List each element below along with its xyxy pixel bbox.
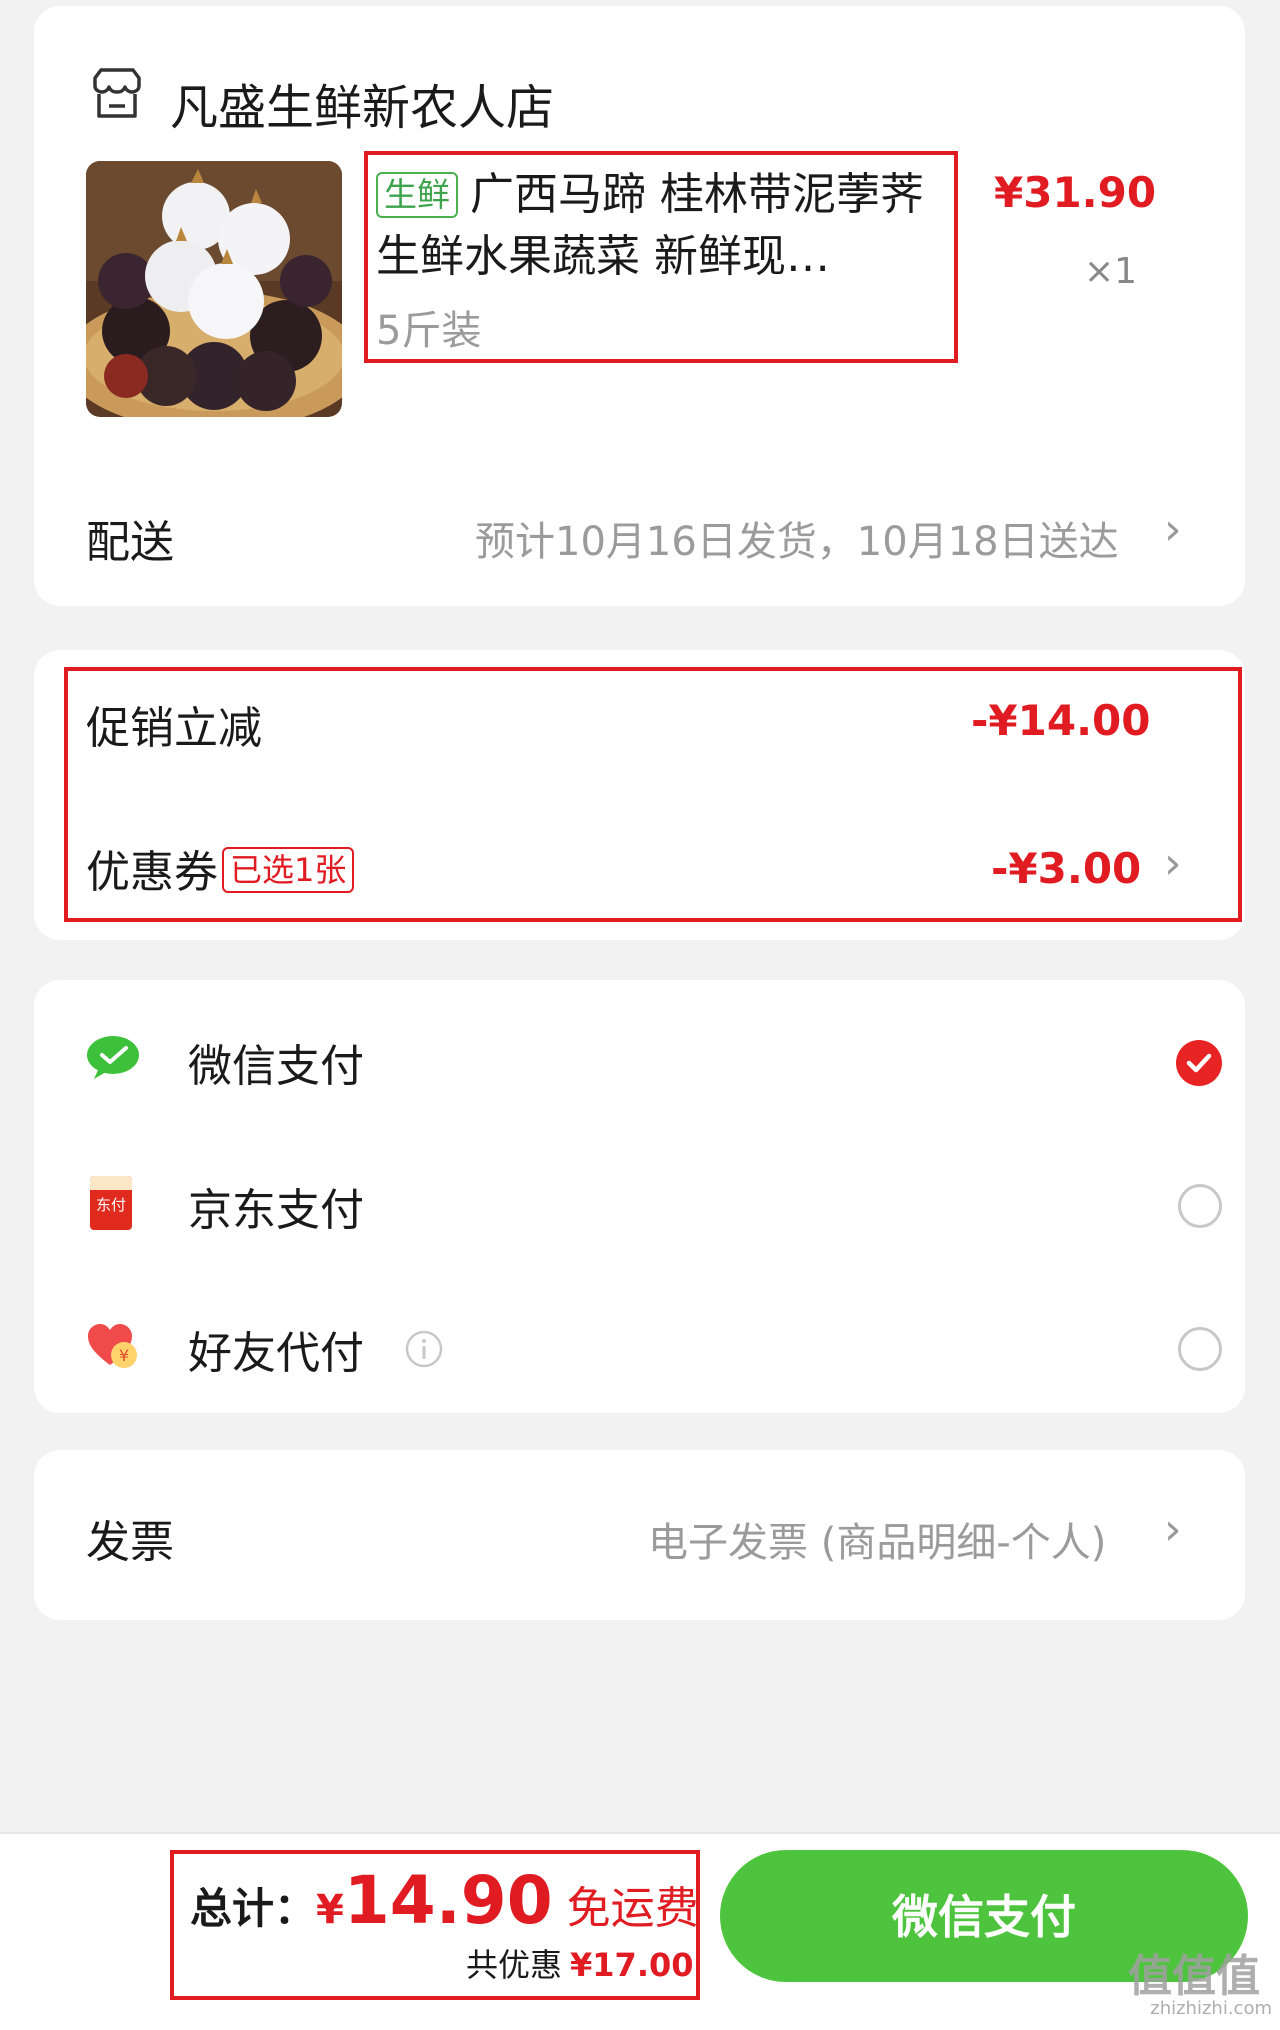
delivery-value[interactable]: 预计10月16日发货，10月18日送达 bbox=[475, 509, 1119, 567]
jd-pay-icon-text: 东付 bbox=[95, 1196, 126, 1214]
info-icon[interactable] bbox=[404, 1329, 444, 1369]
coupon-row[interactable]: 优惠券 已选1张 bbox=[86, 836, 355, 900]
jd-pay-icon: 东付 bbox=[90, 1176, 132, 1230]
coupon-label: 优惠券 bbox=[86, 847, 218, 898]
svg-text:¥: ¥ bbox=[119, 1346, 129, 1365]
payment-label: 京东支付 bbox=[188, 1185, 364, 1236]
chevron-right-icon[interactable]: › bbox=[1164, 504, 1182, 555]
chevron-right-icon[interactable]: › bbox=[1164, 1504, 1182, 1555]
total-saving: 共优惠 ¥17.00 bbox=[466, 1940, 694, 1986]
product-price: ¥31.90 bbox=[994, 168, 1157, 217]
radio-checked-icon[interactable] bbox=[1176, 1040, 1222, 1086]
saving-amount: ¥17.00 bbox=[570, 1946, 694, 1984]
product-title-text: 广西马蹄 桂林带泥荸荠生鲜水果蔬菜 新鲜现… bbox=[376, 169, 924, 282]
radio-unchecked-icon[interactable] bbox=[1178, 1327, 1222, 1371]
payment-label: 好友代付 bbox=[188, 1328, 364, 1379]
promo-amount: -¥14.00 bbox=[971, 696, 1151, 745]
saving-label: 共优惠 bbox=[466, 1946, 563, 1984]
watermark-logo: 值值值 bbox=[1128, 1951, 1260, 2002]
product-spec: 5斤装 bbox=[376, 308, 482, 354]
fresh-tag: 生鲜 bbox=[376, 172, 458, 218]
payment-option-wechat[interactable]: 微信支付 bbox=[86, 1026, 1222, 1096]
total-row: 总计：¥14.90 免运费 bbox=[190, 1862, 699, 1939]
total-label: 总计： bbox=[190, 1884, 317, 1933]
currency-symbol: ¥ bbox=[316, 1887, 344, 1933]
wechat-pay-icon bbox=[87, 1036, 139, 1079]
payment-option-jd[interactable]: 东付 京东支付 bbox=[86, 1170, 1222, 1240]
order-item-card: 凡盛生鲜新农人店 生鲜 广西马蹄 桂林带泥荸荠生鲜水果蔬菜 新鲜现… ¥31.9… bbox=[34, 6, 1245, 606]
free-shipping: 免运费 bbox=[566, 1883, 699, 1934]
payment-method-card: 微信支付 东付 京东支付 ¥ 好友代付 bbox=[34, 980, 1245, 1413]
watermark-url: zhizhizhi.com bbox=[1150, 1998, 1272, 2019]
product-image[interactable] bbox=[86, 161, 342, 417]
discount-card: 促销立减 -¥14.00 优惠券 已选1张 -¥3.00 › bbox=[34, 650, 1245, 940]
payment-option-friend[interactable]: ¥ 好友代付 bbox=[86, 1313, 1222, 1383]
coupon-amount: -¥3.00 bbox=[991, 844, 1142, 893]
friend-pay-icon: ¥ bbox=[88, 1324, 137, 1368]
radio-unchecked-icon[interactable] bbox=[1178, 1184, 1222, 1228]
product-quantity: ×1 bbox=[1084, 251, 1138, 292]
invoice-label: 发票 bbox=[86, 1517, 174, 1568]
shop-name[interactable]: 凡盛生鲜新农人店 bbox=[170, 68, 554, 138]
chevron-right-icon[interactable]: › bbox=[1164, 838, 1182, 889]
water-chestnut-photo bbox=[86, 161, 342, 417]
store-icon bbox=[93, 68, 141, 118]
coupon-selected-tag: 已选1张 bbox=[222, 847, 355, 893]
total-amount: 14.90 bbox=[343, 1862, 553, 1939]
invoice-value: 电子发票 (商品明细-个人) bbox=[648, 1520, 1107, 1566]
invoice-card[interactable]: 发票 电子发票 (商品明细-个人) › bbox=[34, 1450, 1245, 1620]
promo-label: 促销立减 bbox=[86, 703, 262, 754]
delivery-label: 配送 bbox=[86, 517, 174, 568]
product-title[interactable]: 生鲜 广西马蹄 桂林带泥荸荠生鲜水果蔬菜 新鲜现… bbox=[376, 164, 936, 288]
payment-label: 微信支付 bbox=[188, 1041, 364, 1092]
